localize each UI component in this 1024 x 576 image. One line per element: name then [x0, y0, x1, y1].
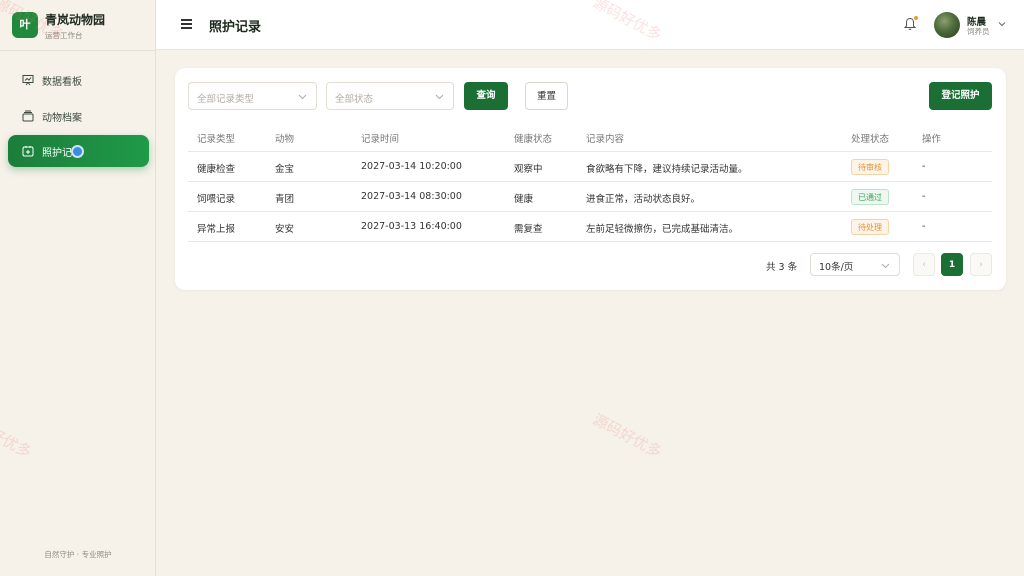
brand-divider — [0, 50, 156, 51]
sidebar-item-label: 照护记 — [42, 148, 72, 159]
chevron-down-icon[interactable] — [998, 20, 1006, 28]
status-badge: 已通过 — [851, 189, 889, 205]
sidebar-item-label: 数据看板 — [42, 77, 82, 88]
column-header: 操作 — [922, 134, 942, 145]
column-header: 动物 — [275, 134, 295, 145]
brand-subtitle: 运营工作台 — [45, 31, 83, 40]
column-header: 记录内容 — [586, 134, 625, 145]
record-type-cell: 健康检查 — [197, 164, 236, 175]
menu-toggle-icon[interactable] — [181, 19, 192, 29]
action-cell: - — [922, 221, 926, 232]
content-cell: 左前足轻微擦伤，已完成基础清洁。 — [586, 224, 739, 235]
chevron-down-icon — [881, 263, 890, 269]
sidebar-item-archives[interactable]: 动物档案 — [8, 100, 149, 132]
status-select[interactable]: 全部状态 — [326, 82, 454, 110]
page-size-select[interactable]: 10条/页 — [810, 253, 900, 276]
content-cell: 进食正常，活动状态良好。 — [586, 194, 701, 205]
avatar[interactable] — [934, 12, 960, 38]
record-type-cell: 异常上报 — [197, 224, 236, 235]
chevron-down-icon — [298, 94, 307, 100]
column-header: 健康状态 — [514, 134, 553, 145]
top-header: 照护记录 陈晨 饲养员 — [156, 0, 1024, 50]
page-title: 照护记录 — [209, 20, 262, 35]
dashboard-icon — [22, 75, 34, 86]
status-badge: 待处理 — [851, 219, 889, 235]
time-cell: 2027-03-14 08:30:00 — [361, 191, 462, 202]
action-cell: - — [922, 161, 926, 172]
prev-page-button[interactable]: ‹ — [913, 253, 935, 276]
archive-icon — [22, 110, 34, 122]
content-cell: 食欲略有下降，建议持续记录活动量。 — [586, 164, 748, 175]
animal-cell: 金宝 — [275, 164, 295, 175]
record-type-select[interactable]: 全部记录类型 — [188, 82, 317, 110]
sidebar-item-dashboard[interactable]: 数据看板 — [8, 64, 149, 96]
animal-cell: 安安 — [275, 224, 295, 235]
status-badge: 待审核 — [851, 159, 889, 175]
time-cell: 2027-03-14 10:20:00 — [361, 161, 462, 172]
table-header: 记录类型 动物 记录时间 健康状态 记录内容 处理状态 操作 — [188, 122, 992, 152]
brand-name: 青岚动物园 — [45, 13, 106, 27]
brand-logo: 叶 — [12, 12, 38, 38]
sidebar-footer: 自然守护 · 专业照护 — [44, 550, 112, 559]
health-cell: 需复查 — [514, 224, 543, 235]
next-page-button[interactable]: › — [970, 253, 992, 276]
record-type-placeholder: 全部记录类型 — [197, 94, 255, 105]
care-record-icon — [22, 146, 34, 157]
sidebar-item-care-records[interactable]: 照护记 — [8, 135, 149, 167]
user-role: 饲养员 — [967, 27, 990, 36]
table-row[interactable]: 饲喂记录 青团 2027-03-14 08:30:00 健康 进食正常，活动状态… — [188, 182, 992, 212]
status-placeholder: 全部状态 — [335, 94, 374, 105]
sidebar-item-label: 动物档案 — [42, 113, 82, 124]
sidebar: 叶 青岚动物园 运营工作台 数据看板 动物档案 照护记 自然守护 · 专业照护 — [0, 0, 156, 576]
reset-button[interactable]: 重置 — [525, 82, 568, 110]
search-button[interactable]: 查询 — [464, 82, 508, 110]
table-row[interactable]: 异常上报 安安 2027-03-13 16:40:00 需复查 左前足轻微擦伤，… — [188, 212, 992, 242]
health-cell: 健康 — [514, 194, 534, 205]
page-button-current[interactable]: 1 — [941, 253, 963, 276]
page-size-value: 10条/页 — [819, 262, 854, 273]
brand: 叶 青岚动物园 运营工作台 — [12, 10, 152, 42]
watermark: 源码好优多 — [589, 410, 665, 462]
chevron-down-icon — [435, 94, 444, 100]
cursor-indicator — [71, 145, 84, 158]
column-header: 记录类型 — [197, 134, 236, 145]
record-type-cell: 饲喂记录 — [197, 194, 236, 205]
notification-dot — [914, 16, 918, 20]
pagination-total: 共 3 条 — [766, 262, 798, 273]
records-card: 全部记录类型 全部状态 查询 重置 登记照护 记录类型 动物 记录时间 健康状态… — [175, 68, 1006, 290]
table-row[interactable]: 健康检查 金宝 2027-03-14 10:20:00 观察中 食欲略有下降，建… — [188, 152, 992, 182]
time-cell: 2027-03-13 16:40:00 — [361, 221, 462, 232]
health-cell: 观察中 — [514, 164, 543, 175]
column-header: 处理状态 — [851, 134, 890, 145]
action-cell: - — [922, 191, 926, 202]
records-table: 记录类型 动物 记录时间 健康状态 记录内容 处理状态 操作 健康检查 金宝 2… — [188, 122, 992, 242]
add-care-record-button[interactable]: 登记照护 — [929, 82, 992, 110]
column-header: 记录时间 — [361, 134, 400, 145]
animal-cell: 青团 — [275, 194, 295, 205]
